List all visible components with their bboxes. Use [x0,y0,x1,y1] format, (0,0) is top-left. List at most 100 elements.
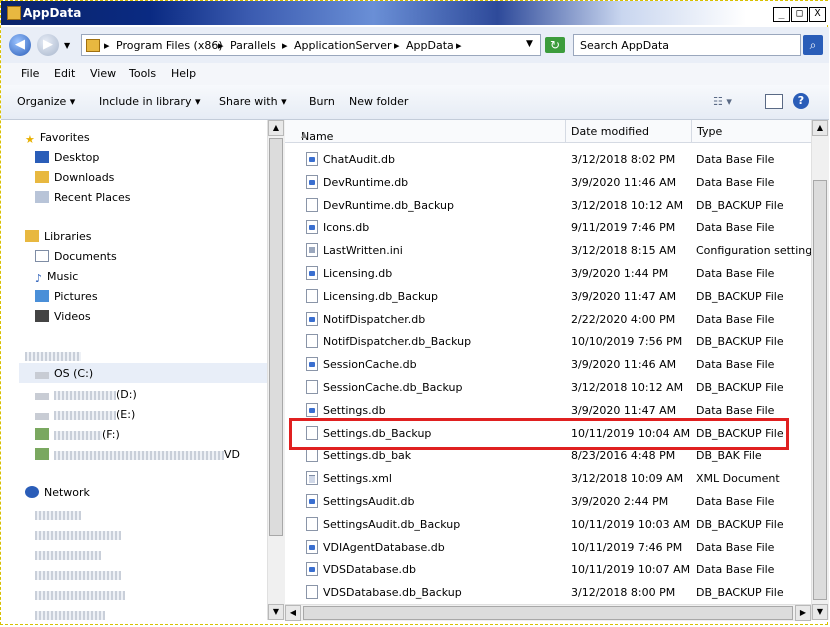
file-row[interactable]: VDIAgentDatabase.db 10/11/2019 7:46 PM Dat… [285,536,811,558]
horizontal-scrollbar[interactable]: ◀ ▶ [285,604,811,621]
menu-tools[interactable]: Tools [129,67,156,80]
scroll-down-button[interactable]: ▼ [812,604,828,620]
menu-edit[interactable]: Edit [54,67,75,80]
nav-drive-c[interactable]: OS (C:) [35,367,93,380]
scroll-up-button[interactable]: ▲ [812,120,828,136]
file-row[interactable]: DevRuntime.db_Backup 3/12/2018 10:12 AM DB… [285,194,811,216]
nav-drive-d[interactable]: (D:) [35,388,137,401]
view-options-icon[interactable]: ☷ ▾ [713,95,732,108]
file-name: Licensing.db [323,267,393,280]
address-bar[interactable]: ▸ Program Files (x86) ▸ Parallels ▸ Appl… [81,34,541,56]
scroll-down-button[interactable]: ▼ [268,604,284,620]
nav-music[interactable]: ♪ Music [35,270,78,285]
nav-network-host[interactable] [35,608,105,620]
column-type[interactable]: Type [697,125,722,138]
file-row[interactable]: LastWritten.ini 3/12/2018 8:15 AM Configur… [285,239,811,261]
scroll-thumb[interactable] [303,606,793,620]
file-row[interactable]: Licensing.db_Backup 3/9/2020 11:47 AM DB_B… [285,285,811,307]
scroll-right-button[interactable]: ▶ [795,605,811,621]
title-bar[interactable]: AppData _ □ X [1,1,829,25]
column-headers: Name ▲ Date modified Type [285,120,811,143]
preview-pane-icon[interactable] [765,94,783,109]
file-date-modified: 10/11/2019 10:03 AM [571,517,691,531]
file-date-modified: 9/11/2019 7:46 PM [571,221,676,235]
file-name: SessionCache.db [323,358,417,372]
drive-icon [35,413,49,420]
nav-pictures[interactable]: Pictures [35,290,98,303]
file-row[interactable]: NotifDispatcher.db 2/22/2020 4:00 PM Data … [285,308,811,330]
nav-network-host[interactable] [35,548,101,561]
file-row[interactable]: Licensing.db 3/9/2020 1:44 PM Data Base Fi… [285,262,811,284]
file-row[interactable]: Icons.db 9/11/2019 7:46 PM Data Base File [285,216,811,238]
file-row[interactable]: SettingsAudit.db_Backup 10/11/2019 10:03 … [285,513,811,535]
organize-button[interactable]: Organize ▾ [17,95,75,108]
file-row[interactable]: SessionCache.db_Backup 3/12/2018 10:12 AM… [285,376,811,398]
nav-favorites[interactable]: ★ Favorites [25,131,90,146]
file-date-modified: 8/23/2016 4:48 PM [571,449,676,463]
file-name: NotifDispatcher.db_Backup [323,335,472,349]
nav-desktop[interactable]: Desktop [35,151,99,164]
file-row[interactable]: Settings.xml 3/12/2018 10:09 AM XML Docume… [285,467,811,489]
blank-file-icon [306,197,318,212]
nav-recent-places[interactable]: Recent Places [35,191,131,204]
scroll-thumb[interactable] [269,138,283,536]
database-file-icon [306,174,318,189]
forward-button[interactable]: ▶ [37,34,59,56]
search-icon[interactable]: ⌕ [803,35,823,55]
file-row[interactable]: ChatAudit.db 3/12/2018 8:02 PM Data Base F… [285,148,811,170]
menu-file[interactable]: File [21,67,39,80]
share-with-button[interactable]: Share with ▾ [219,95,287,108]
back-button[interactable]: ◀ [9,34,31,56]
nav-documents[interactable]: Documents [35,250,117,263]
scroll-left-button[interactable]: ◀ [285,605,301,621]
burn-button[interactable]: Burn [309,95,335,108]
folder-icon [7,6,21,20]
file-type: Data Base File [696,563,775,577]
file-row[interactable]: VDSDatabase.db_Backup 3/12/2018 8:00 PM DB… [285,581,811,603]
blank-file-icon [306,516,318,531]
nav-drive-v[interactable]: VD [35,448,240,461]
maximize-button[interactable]: □ [791,7,808,22]
scroll-thumb[interactable] [813,180,827,600]
breadcrumb-appdata[interactable]: AppData [406,39,454,52]
scroll-up-button[interactable]: ▲ [268,120,284,136]
breadcrumb-applicationserver[interactable]: ApplicationServer [294,39,392,52]
file-row[interactable]: SessionCache.db 3/9/2020 11:46 AM Data Bas… [285,353,811,375]
nav-scrollbar[interactable]: ▲ ▼ [267,120,285,620]
xml-file-icon [306,471,318,486]
column-date-modified[interactable]: Date modified [571,125,649,138]
nav-network-host[interactable] [35,588,125,601]
breadcrumb-program-files[interactable]: Program Files (x86) [116,39,223,52]
nav-network[interactable]: Network [25,486,90,499]
menu-help[interactable]: Help [171,67,196,80]
breadcrumb-parallels[interactable]: Parallels [230,39,276,52]
new-folder-button[interactable]: New folder [349,95,408,108]
file-row[interactable]: DevRuntime.db 3/9/2020 11:46 AM Data Base … [285,171,811,193]
file-type: DB_BACKUP File [696,586,784,600]
include-in-library-button[interactable]: Include in library ▾ [99,95,200,108]
file-type: Data Base File [696,153,775,166]
nav-drive-f[interactable]: (F:) [35,428,120,441]
nav-network-host[interactable] [35,568,121,581]
address-dropdown-icon[interactable]: ▼ [526,39,533,49]
file-date-modified: 10/11/2019 7:46 PM [571,540,683,554]
refresh-button[interactable]: ↻ [545,37,565,53]
recent-pages-dropdown-icon[interactable]: ▼ [64,41,70,50]
menu-view[interactable]: View [90,67,116,80]
file-row[interactable]: SettingsAudit.db 3/9/2020 2:44 PM Data Bas… [285,490,811,512]
nav-computer[interactable] [25,349,81,362]
file-row[interactable]: VDSDatabase.db 10/11/2019 10:07 AM Data Ba… [285,558,811,580]
nav-drive-e[interactable]: (E:) [35,408,135,421]
nav-network-host[interactable] [35,508,81,521]
minimize-button[interactable]: _ [773,7,790,22]
blank-file-icon [306,288,318,303]
file-row[interactable]: NotifDispatcher.db_Backup 10/10/2019 7:56… [285,330,811,352]
close-button[interactable]: X [809,7,826,22]
nav-downloads[interactable]: Downloads [35,171,114,184]
list-scrollbar[interactable]: ▲ ▼ [811,120,829,620]
nav-network-host[interactable] [35,528,121,541]
help-icon[interactable]: ? [793,93,809,109]
nav-videos[interactable]: Videos [35,310,91,323]
search-input[interactable]: Search AppData [573,34,801,56]
nav-libraries[interactable]: Libraries [25,230,92,243]
